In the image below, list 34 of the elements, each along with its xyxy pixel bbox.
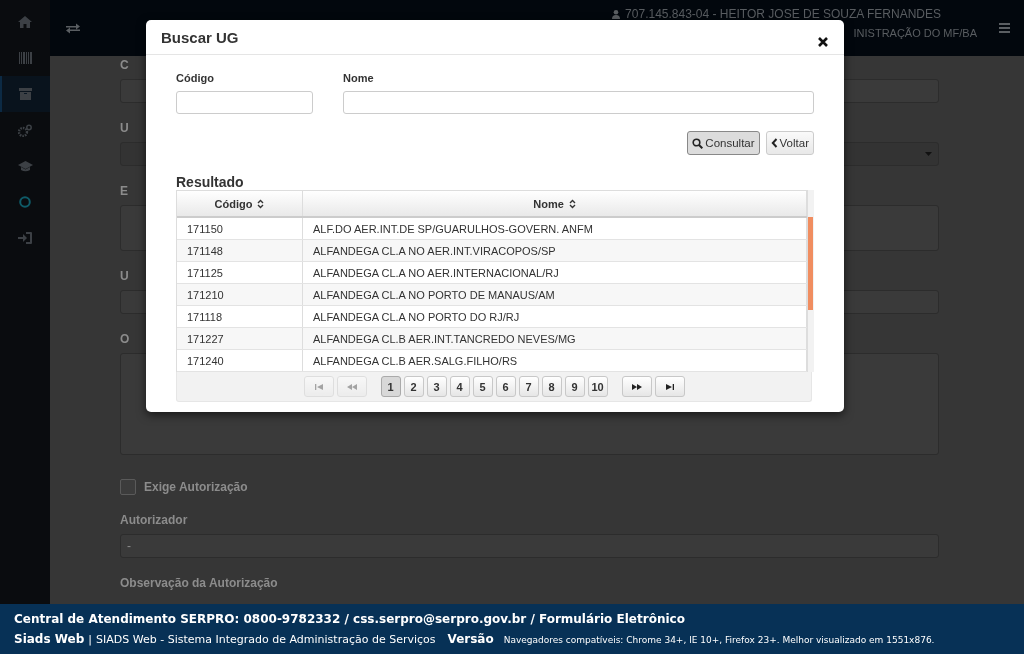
field-label: E	[120, 184, 128, 198]
section-title: Resultado	[176, 174, 245, 190]
checkbox-label: Exige Autorização	[144, 480, 248, 494]
table-cell: 171125	[177, 262, 303, 283]
separator-text: |	[88, 633, 93, 646]
dialog-title: Buscar UG	[161, 28, 239, 46]
table-cell: 171118	[177, 306, 303, 327]
table-cell: ALFANDEGA CL.B AER.INT.TANCREDO NEVES/MG	[303, 328, 807, 349]
table-cell: 171150	[177, 218, 303, 239]
field-label: U	[120, 269, 129, 283]
field-label: Nome	[343, 72, 375, 84]
field-label: Código	[176, 72, 215, 84]
table-cell: ALFANDEGA CL.B AER.SALG.FILHO/RS	[303, 350, 807, 371]
table-cell: 171240	[177, 350, 303, 371]
table-cell: ALFANDEGA CL.A NO AER.INT.VIRACOPOS/SP	[303, 240, 807, 261]
brand-name: Siads Web	[14, 632, 85, 646]
system-name: SIADS Web - Sistema Integrado de Administração de Serviços	[96, 633, 436, 646]
contact-text: Central de Atendimento SERPRO: 0800-9782332 / css.serpro@serpro.gov.br / Formulário Eletrônico	[14, 612, 686, 626]
unit-name: INISTRAÇÃO DO MF/BA	[853, 27, 977, 39]
field-label: Autorizador	[120, 513, 188, 527]
table-cell: 171148	[177, 240, 303, 261]
table-cell: 171210	[177, 284, 303, 305]
field-label: C	[120, 58, 129, 72]
field-label: U	[120, 121, 129, 135]
table-cell: ALFANDEGA CL.A NO PORTO DO RJ/RJ	[303, 306, 807, 327]
table-cell: ALFANDEGA CL.A NO AER.INTERNACIONAL/RJ	[303, 262, 807, 283]
field-label: O	[120, 332, 130, 346]
field-label: Observação da Autorização	[120, 576, 278, 590]
table-cell: ALFANDEGA CL.A NO PORTO DE MANAUS/AM	[303, 284, 807, 305]
table-cell: 171227	[177, 328, 303, 349]
version-label: Versão	[447, 632, 494, 646]
user-name: 707.145.843-04 - HEITOR JOSE DE SOUZA FERNANDES	[625, 7, 941, 21]
browser-note: Navegadores compatíveis: Chrome 34+, IE 10+, Firefox 23+. Melhor visualizado em 1551x876.	[503, 635, 935, 645]
table-cell: ALF.DO AER.INT.DE SP/GUARULHOS-GOVERN. ANFM	[303, 218, 807, 239]
